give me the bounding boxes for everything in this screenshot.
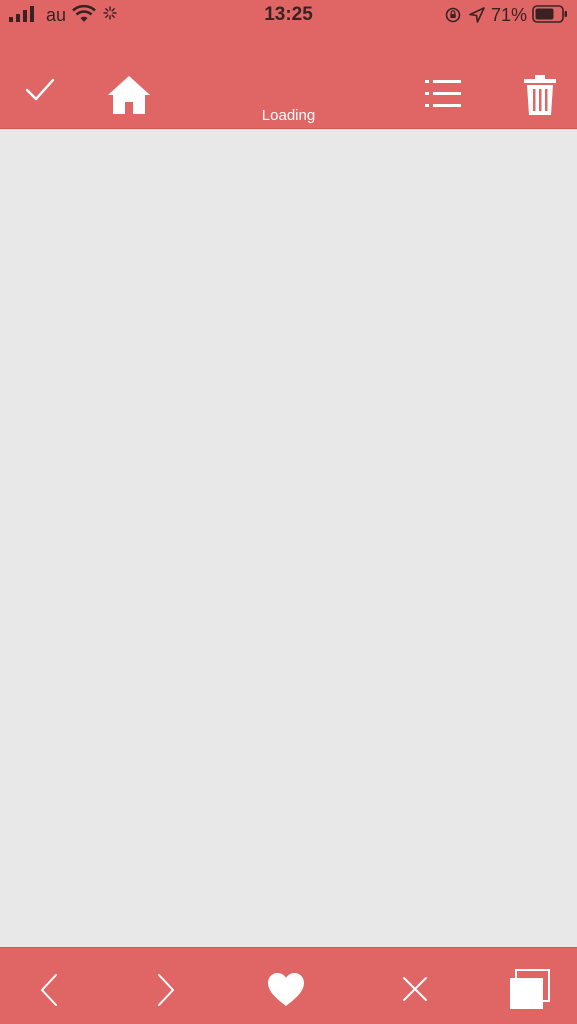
loading-label: Loading: [261, 107, 316, 124]
trash-icon[interactable]: [522, 74, 558, 116]
forward-icon[interactable]: [155, 973, 177, 1007]
top-toolbar: au 13:25 71% Loading: [0, 0, 577, 129]
back-icon[interactable]: [38, 973, 60, 1007]
rotation-lock-icon: [445, 7, 461, 23]
web-content-area[interactable]: [0, 129, 577, 947]
battery-percentage: 71%: [491, 5, 528, 25]
list-icon[interactable]: [424, 78, 462, 110]
heart-icon[interactable]: [266, 971, 306, 1007]
tabs-icon[interactable]: [508, 968, 552, 1010]
location-arrow-icon: [469, 7, 485, 23]
check-icon[interactable]: [24, 76, 56, 104]
browser-screen: au 13:25 71% Loading: [0, 0, 577, 1024]
battery-icon: [532, 5, 567, 23]
close-icon[interactable]: [402, 976, 428, 1002]
status-bar: au 13:25 71%: [0, 0, 577, 30]
